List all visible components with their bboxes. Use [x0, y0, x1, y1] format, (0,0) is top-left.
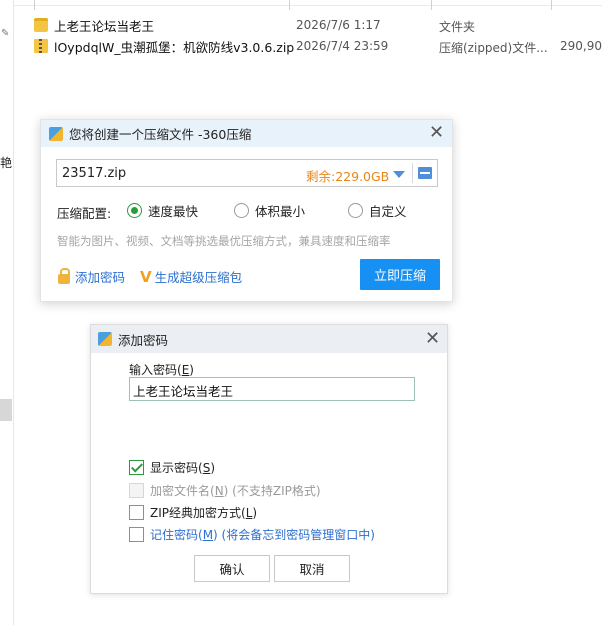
nav-item-label[interactable]: 艳	[0, 154, 12, 171]
radio-indicator	[234, 203, 249, 218]
radio-smallest[interactable]: 体积最小	[234, 201, 305, 220]
checkbox-indicator	[129, 483, 144, 498]
password-dialog-title: 添加密码	[118, 332, 169, 348]
file-date: 2026/7/4 23:59	[296, 39, 389, 53]
super-compress-label: 生成超级压缩包	[154, 270, 243, 285]
checkbox-label: 加密文件名(N) (不支持ZIP格式)	[150, 484, 321, 498]
folder-icon	[34, 18, 48, 32]
add-password-link[interactable]: 添加密码	[58, 267, 125, 286]
password-input[interactable]: 上老王论坛当老王	[129, 377, 415, 401]
file-name: lOypdqlW_虫潮孤堡：机欲防线v3.0.6.zip	[54, 39, 295, 55]
radio-indicator	[127, 203, 142, 218]
zip-archive-icon	[34, 39, 48, 53]
password-dialog-titlebar[interactable]: 添加密码	[91, 325, 447, 353]
compress-dialog: 您将创建一个压缩文件 -360压缩 ✕ 23517.zip 剩余:229.0GB…	[40, 119, 453, 302]
radio-label: 体积最小	[255, 204, 306, 219]
chevron-down-icon[interactable]	[393, 171, 405, 178]
vip-v-icon: V	[140, 267, 152, 286]
file-type: 压缩(zipped)文件...	[439, 41, 548, 55]
cancel-button[interactable]: 取消	[274, 555, 350, 582]
compress-dialog-titlebar[interactable]: 您将创建一个压缩文件 -360压缩	[41, 120, 452, 147]
file-row-folder[interactable]: 上老王论坛当老王	[34, 15, 154, 35]
checkbox-indicator	[129, 460, 144, 475]
navigation-pane	[0, 0, 14, 625]
archive-path-value: 23517.zip	[62, 166, 127, 181]
compress-config-label: 压缩配置:	[57, 206, 112, 221]
nav-scrollbar-thumb[interactable]	[0, 399, 12, 421]
zip-classic-encryption-checkbox[interactable]: ZIP经典加密方式(L)	[129, 504, 257, 521]
file-type: 文件夹	[439, 20, 476, 34]
close-icon[interactable]: ✕	[429, 124, 444, 142]
show-password-checkbox[interactable]: 显示密码(S)	[129, 459, 215, 476]
password-value: 上老王论坛当老王	[133, 384, 234, 399]
360-zip-app-icon	[98, 332, 112, 346]
radio-indicator	[348, 203, 363, 218]
explorer-column-header	[14, 0, 602, 6]
super-compress-link[interactable]: V 生成超级压缩包	[140, 267, 242, 286]
ok-button[interactable]: 确认	[194, 555, 270, 582]
radio-label: 自定义	[369, 204, 407, 219]
radio-fastest[interactable]: 速度最快	[127, 201, 198, 220]
browse-folder-icon[interactable]	[418, 167, 432, 179]
file-date: 2026/7/6 1:17	[296, 18, 381, 32]
divider	[412, 163, 413, 183]
checkbox-label: 显示密码(S)	[150, 461, 215, 475]
close-icon[interactable]: ✕	[425, 330, 440, 348]
remember-password-checkbox[interactable]: 记住密码(M) (将会备忘到密码管理窗口中)	[129, 526, 375, 543]
file-size: 290,90	[560, 39, 602, 53]
radio-custom[interactable]: 自定义	[348, 201, 407, 220]
encrypt-filenames-checkbox: 加密文件名(N) (不支持ZIP格式)	[129, 482, 321, 499]
file-name: 上老王论坛当老王	[54, 18, 155, 34]
password-input-label: 输入密码(E)	[129, 363, 194, 377]
lock-icon	[58, 267, 70, 284]
compress-now-button[interactable]: 立即压缩	[360, 259, 440, 290]
pin-icon[interactable]: ✎	[1, 28, 9, 39]
360-zip-app-icon	[49, 126, 63, 141]
compress-dialog-title: 您将创建一个压缩文件 -360压缩	[69, 127, 252, 142]
checkbox-label: 记住密码(M) (将会备忘到密码管理窗口中)	[150, 528, 375, 542]
compress-hint-text: 智能为图片、视频、文档等挑选最优压缩方式，兼具速度和压缩率	[57, 234, 391, 248]
archive-path-input[interactable]: 23517.zip 剩余:229.0GB	[56, 159, 438, 187]
free-space-label: 剩余:229.0GB	[306, 169, 390, 184]
add-password-label: 添加密码	[75, 270, 126, 285]
checkbox-label: ZIP经典加密方式(L)	[150, 506, 258, 520]
add-password-dialog: 添加密码 ✕ 输入密码(E) 上老王论坛当老王 显示密码(S) 加密文件名(N)…	[90, 324, 448, 594]
checkbox-indicator	[129, 527, 144, 542]
radio-label: 速度最快	[148, 204, 199, 219]
checkbox-indicator	[129, 505, 144, 520]
file-row-zip[interactable]: lOypdqlW_虫潮孤堡：机欲防线v3.0.6.zip	[34, 36, 294, 56]
